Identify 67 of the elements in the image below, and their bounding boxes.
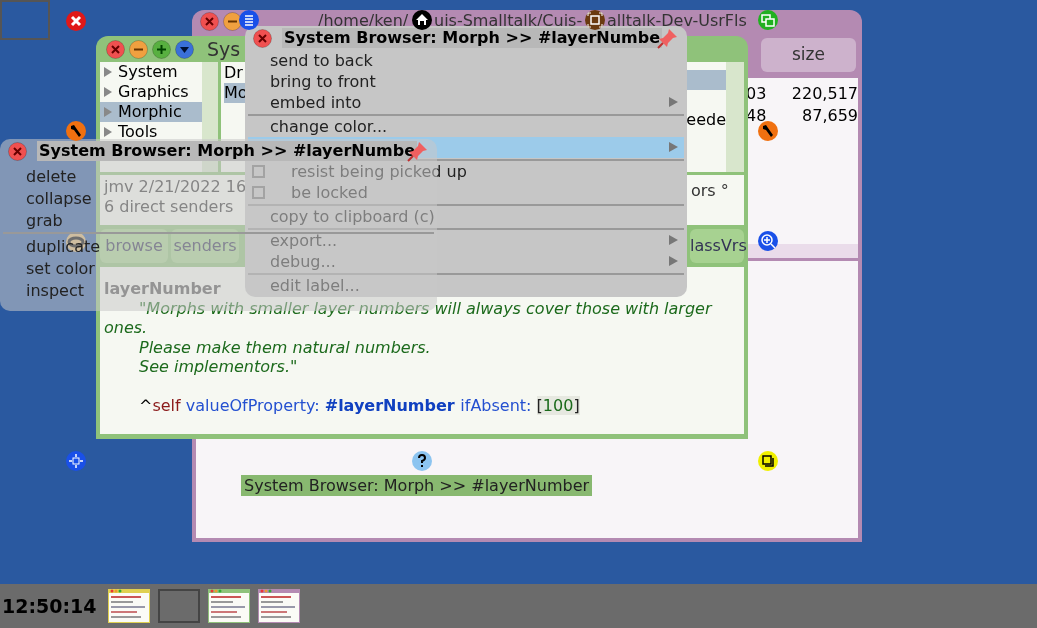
window-title: alltalk-Dev-UsrFls — [607, 11, 747, 30]
zoom-icon[interactable] — [758, 231, 778, 251]
menu-item[interactable]: grab — [26, 211, 63, 230]
method-name: layerNumber — [104, 279, 221, 299]
code-comment: See implementors." — [138, 357, 298, 377]
scrollbar[interactable] — [726, 62, 744, 172]
code-comment: "Morphs with smaller layer numbers will always cover those with larger — [138, 298, 712, 318]
help-icon[interactable] — [412, 451, 432, 471]
wrench-icon[interactable] — [758, 121, 778, 141]
clock: 12:50:14 — [2, 593, 98, 619]
minimize-button[interactable] — [129, 39, 148, 59]
resize-icon[interactable] — [758, 451, 778, 471]
selection-rectangle — [0, 0, 50, 40]
menu-item[interactable]: set color — [26, 259, 95, 278]
column-header[interactable]: size — [761, 38, 856, 72]
window-thumbnail[interactable] — [158, 589, 200, 623]
maximize-button[interactable] — [152, 39, 171, 59]
house-icon[interactable] — [412, 10, 432, 30]
tree-row[interactable]: Tools — [100, 122, 202, 142]
move-icon[interactable] — [66, 451, 86, 471]
window-thumbnail[interactable] — [208, 589, 250, 623]
menu-item[interactable]: bring to front — [248, 71, 684, 92]
menu-title: System Browser: Morph >> #layerNumbe — [37, 141, 418, 161]
code-comment: ones. — [104, 318, 148, 338]
window-title: uis-Smalltalk/Cuis- — [434, 11, 583, 30]
table-cell-text: 87,659 — [801, 105, 858, 126]
checkbox[interactable] — [252, 186, 265, 199]
submenu-arrow-icon — [669, 235, 678, 245]
browser-button[interactable]: lassVrs — [690, 229, 744, 263]
window-thumbnail[interactable] — [108, 589, 150, 623]
menu-item[interactable]: change color... — [248, 116, 684, 137]
code-line: ^self valueOfProperty: #layerNumber ifAbsent: [100] — [139, 395, 580, 415]
info-text: jmv 2/21/2022 16 — [104, 176, 247, 198]
tree-row[interactable]: System — [100, 62, 202, 82]
close-button[interactable] — [106, 39, 125, 59]
code-comment: Please make them natural numbers. — [138, 337, 431, 357]
window-menu-button[interactable] — [175, 39, 194, 59]
window-title: /home/ken/ — [318, 11, 409, 30]
close-button[interactable] — [200, 11, 219, 31]
close-button[interactable] — [8, 141, 27, 161]
submenu-arrow-icon — [669, 97, 678, 107]
table-cell-text: 220,517 — [790, 83, 858, 104]
menu-title: System Browser: Morph >> #layerNumbe — [282, 28, 663, 48]
close-button[interactable] — [253, 28, 272, 48]
window-thumbnail[interactable] — [258, 589, 300, 623]
menu-item[interactable]: duplicate — [26, 237, 101, 256]
menu-item[interactable]: inspect — [26, 281, 84, 300]
menu-item[interactable]: embed into — [248, 92, 684, 113]
submenu-arrow-icon — [669, 142, 678, 152]
info-text: ors ° — [691, 180, 729, 202]
minimize-button[interactable] — [223, 11, 242, 31]
checkbox[interactable] — [252, 165, 265, 178]
frame-icon[interactable] — [585, 10, 605, 30]
wrench-icon[interactable] — [66, 121, 86, 141]
duplicate-icon[interactable] — [758, 10, 778, 30]
table-cell-text: 48 — [746, 105, 768, 126]
menu-icon[interactable] — [239, 10, 259, 30]
info-text: 6 direct senders — [104, 196, 234, 218]
submenu-arrow-icon — [669, 256, 678, 266]
menu-item[interactable]: send to back — [248, 50, 684, 71]
menu-item[interactable]: collapse — [26, 189, 92, 208]
tree-row[interactable]: Morphic — [100, 102, 202, 122]
window-title: Sys — [207, 36, 241, 62]
menu-item[interactable]: delete — [26, 167, 77, 186]
tree-row[interactable]: Graphics — [100, 82, 202, 102]
close-icon[interactable] — [66, 11, 86, 31]
window-label: System Browser: Morph >> #layerNumber — [241, 475, 593, 496]
